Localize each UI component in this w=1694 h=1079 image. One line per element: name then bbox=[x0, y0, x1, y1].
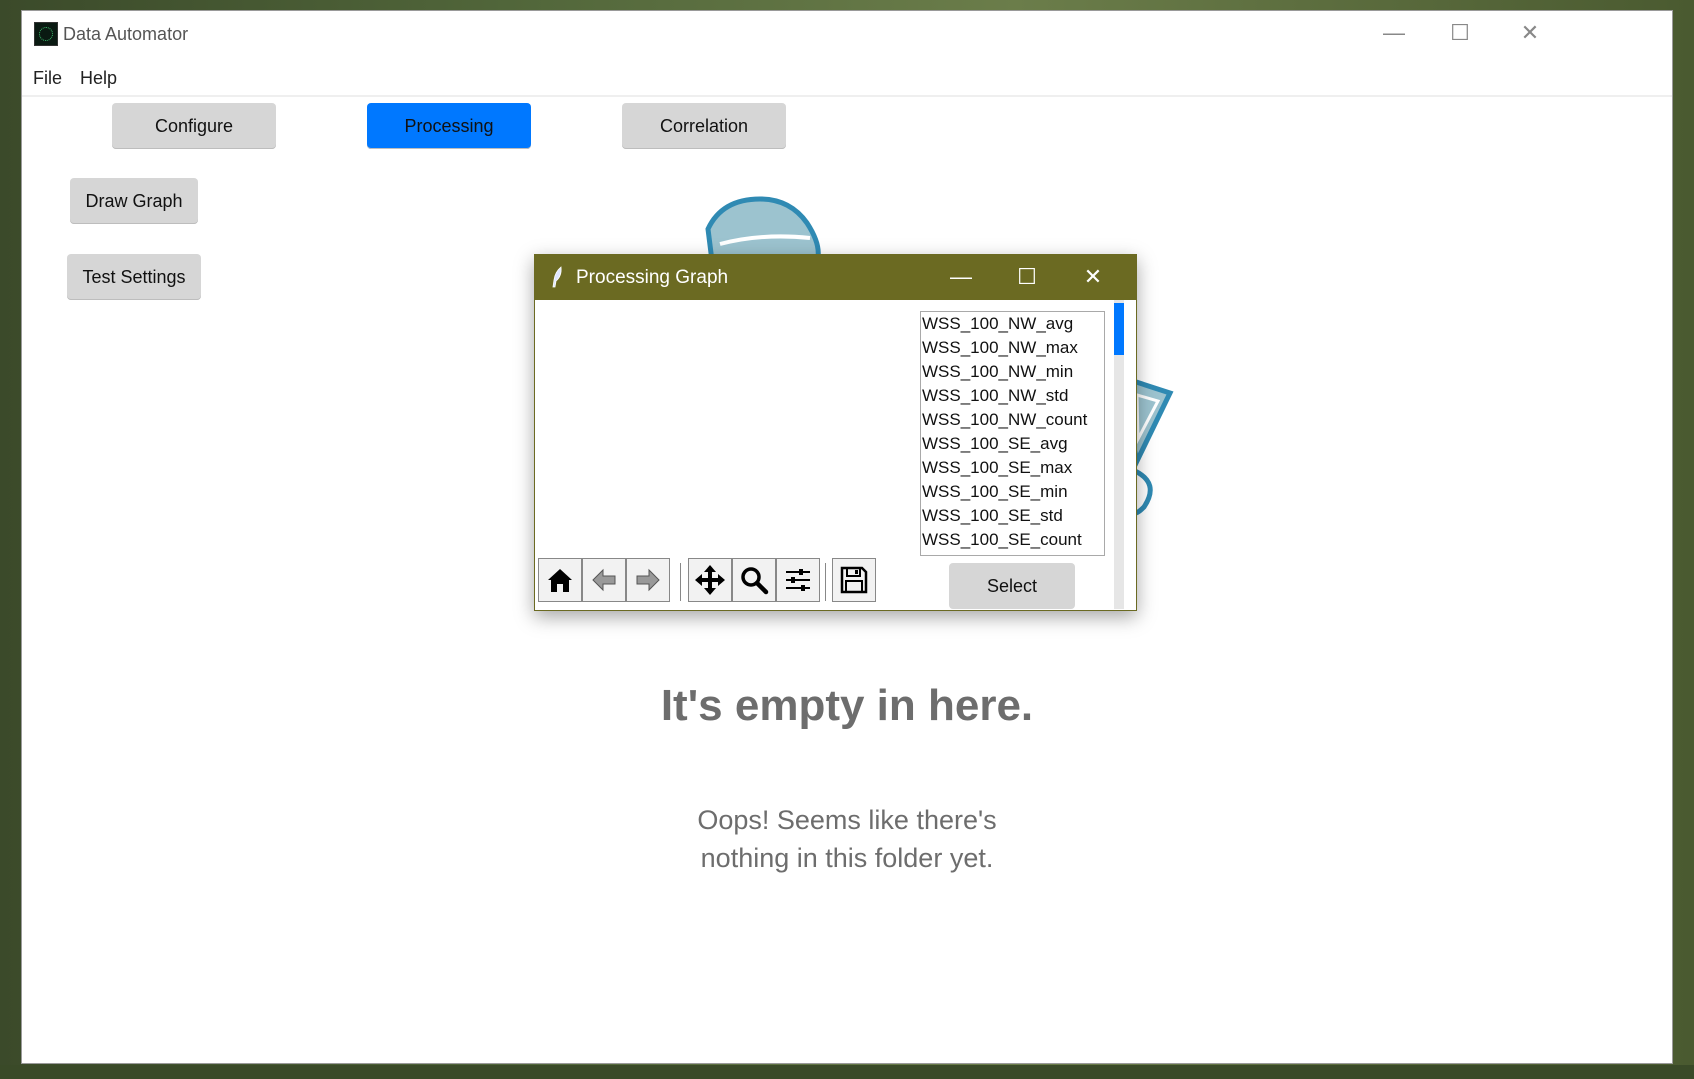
pan-button[interactable] bbox=[688, 558, 732, 602]
scrollbar-thumb[interactable] bbox=[1114, 303, 1124, 355]
list-item[interactable]: WSS_100_SE_std bbox=[922, 504, 1104, 528]
dialog-close-button[interactable]: ✕ bbox=[1063, 260, 1123, 294]
dialog-minimize-button[interactable]: — bbox=[931, 260, 991, 294]
processing-graph-dialog: Processing Graph — ☐ ✕ WSS_100_NW_avg WSS… bbox=[534, 254, 1137, 611]
maximize-button[interactable]: ☐ bbox=[1430, 17, 1490, 49]
save-button[interactable] bbox=[832, 558, 876, 602]
list-item[interactable]: WSS_100_NW_count bbox=[922, 408, 1104, 432]
feather-icon bbox=[552, 266, 562, 288]
select-button[interactable]: Select bbox=[949, 563, 1075, 609]
forward-arrow-icon bbox=[636, 568, 660, 592]
list-item[interactable]: WSS_100_SE_max bbox=[922, 456, 1104, 480]
toolbar-separator bbox=[680, 563, 681, 601]
save-icon bbox=[840, 566, 868, 594]
back-button[interactable] bbox=[582, 558, 626, 602]
app-icon bbox=[34, 22, 58, 46]
dialog-maximize-button[interactable]: ☐ bbox=[997, 260, 1057, 294]
dialog-titlebar: Processing Graph — ☐ ✕ bbox=[535, 255, 1136, 300]
list-item[interactable]: WSS_100_NW_max bbox=[922, 336, 1104, 360]
list-item[interactable]: WSS_100_SE_min bbox=[922, 480, 1104, 504]
draw-graph-button[interactable]: Draw Graph bbox=[70, 178, 198, 224]
menu-file[interactable]: File bbox=[33, 68, 62, 89]
pan-icon bbox=[695, 565, 725, 595]
home-icon bbox=[548, 569, 572, 592]
test-settings-button[interactable]: Test Settings bbox=[67, 254, 201, 300]
list-item[interactable]: WSS_100_SE_avg bbox=[922, 432, 1104, 456]
correlation-button[interactable]: Correlation bbox=[622, 103, 786, 149]
subplots-config-icon bbox=[786, 569, 810, 591]
dialog-title: Processing Graph bbox=[576, 267, 729, 288]
close-button[interactable]: ✕ bbox=[1500, 17, 1560, 49]
list-item[interactable]: WSS_100_NW_std bbox=[922, 384, 1104, 408]
toolbar-separator bbox=[825, 563, 826, 601]
minimize-button[interactable]: — bbox=[1364, 17, 1424, 49]
empty-state-title: It's empty in here. bbox=[660, 681, 1034, 730]
list-item[interactable]: WSS_100_SE_count bbox=[922, 528, 1104, 552]
subplots-button[interactable] bbox=[776, 558, 820, 602]
desktop-background bbox=[0, 1065, 1694, 1079]
window-titlebar: Data Automator — ☐ ✕ bbox=[22, 11, 1672, 55]
list-item[interactable]: WSS_100_NW_min bbox=[922, 360, 1104, 384]
menu-help[interactable]: Help bbox=[80, 68, 117, 89]
empty-state-line-1: Oops! Seems like there's bbox=[697, 805, 997, 835]
home-button[interactable] bbox=[538, 558, 582, 602]
column-listbox[interactable]: WSS_100_NW_avg WSS_100_NW_max WSS_100_NW_m… bbox=[920, 311, 1105, 556]
back-arrow-icon bbox=[592, 568, 616, 592]
empty-state-line-2: nothing in this folder yet. bbox=[700, 843, 994, 873]
menubar: File Help bbox=[22, 63, 1672, 97]
processing-button[interactable]: Processing bbox=[367, 103, 531, 149]
dialog-scrollbar[interactable] bbox=[1114, 300, 1124, 609]
empty-state-subtitle: Oops! Seems like there's nothing in this… bbox=[22, 801, 1672, 877]
list-item[interactable]: WSS_100_NW_avg bbox=[922, 312, 1104, 336]
configure-button[interactable]: Configure bbox=[112, 103, 276, 149]
forward-button[interactable] bbox=[626, 558, 670, 602]
zoom-icon bbox=[741, 567, 769, 595]
window-title: Data Automator bbox=[63, 24, 189, 44]
zoom-button[interactable] bbox=[732, 558, 776, 602]
